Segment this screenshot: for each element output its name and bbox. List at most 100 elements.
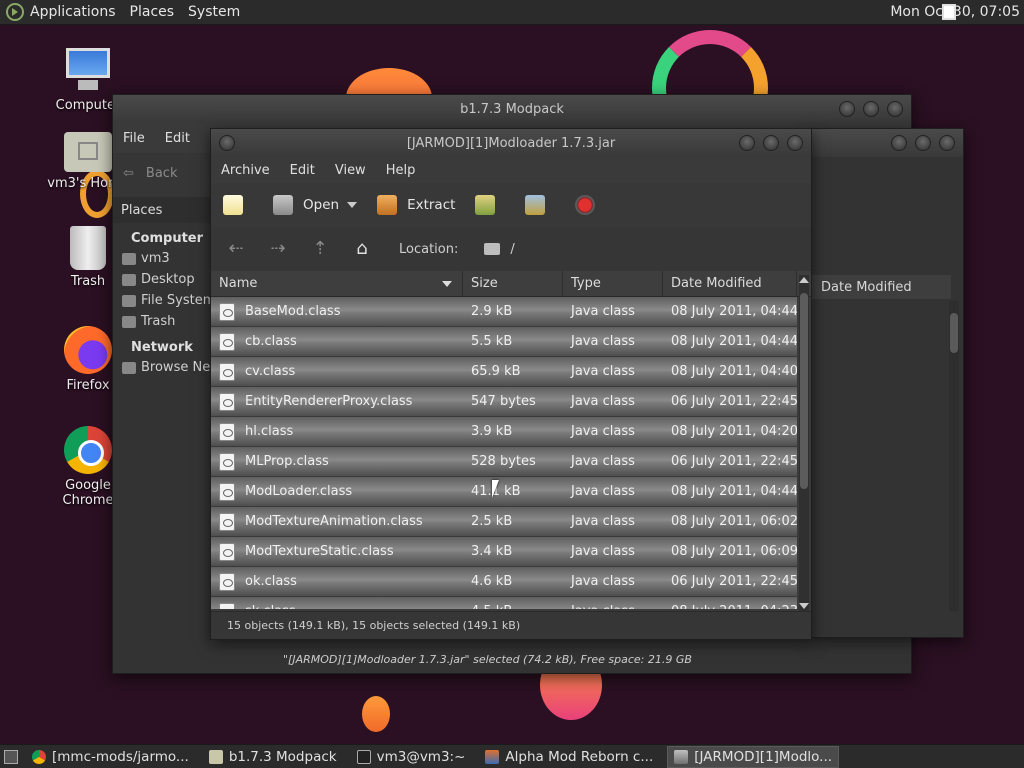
menu-help[interactable]: Help [376, 163, 426, 178]
column-header-date[interactable]: Date Modified [811, 275, 951, 299]
table-row[interactable]: ModTextureStatic.class 3.4 kB Java class 08… [211, 537, 797, 567]
cell-name: ModTextureStatic.class [211, 542, 463, 561]
file-manager-titlebar[interactable]: b1.7.3 Modpack [113, 95, 911, 123]
archive-titlebar[interactable]: [JARMOD][1]Modloader 1.7.3.jar [211, 129, 811, 157]
cell-type: Java class [571, 454, 635, 469]
file-name: BaseMod.class [245, 304, 341, 319]
places-header[interactable]: Places [113, 197, 211, 223]
archive-manager-window[interactable]: [JARMOD][1]Modloader 1.7.3.jar Archive E… [210, 128, 812, 640]
back-arrow-icon[interactable]: ⇠ [225, 239, 247, 259]
location-value[interactable]: / [510, 242, 514, 257]
taskbar-item[interactable]: [mmc-mods/jarmo... [26, 746, 195, 768]
table-row[interactable]: MLProp.class 528 bytes Java class 06 July 2… [211, 447, 797, 477]
forward-arrow-icon[interactable]: ⇢ [267, 239, 289, 259]
stop-button[interactable] [575, 195, 605, 215]
table-row[interactable]: BaseMod.class 2.9 kB Java class 08 July 201… [211, 297, 797, 327]
home-icon[interactable]: ⌂ [351, 239, 373, 259]
close-button[interactable] [787, 135, 803, 151]
java-class-file-icon [219, 362, 235, 381]
column-header-type[interactable]: Type [563, 271, 663, 296]
taskbar-item[interactable]: vm3@vm3:~ [351, 746, 472, 768]
java-class-file-icon [219, 512, 235, 531]
show-desktop-icon[interactable] [4, 749, 18, 764]
background-window-titlebar[interactable] [811, 129, 963, 157]
add-files-button[interactable] [475, 195, 505, 215]
scrollbar-thumb[interactable] [800, 293, 808, 489]
taskbar-item[interactable]: Alpha Mod Reborn c... [479, 746, 659, 768]
cell-name: BaseMod.class [211, 302, 463, 321]
scrollbar[interactable] [949, 301, 959, 611]
table-row[interactable]: EntityRendererProxy.class 547 bytes Java c… [211, 387, 797, 417]
maximize-button[interactable] [763, 135, 779, 151]
minimize-button[interactable] [839, 101, 855, 117]
back-arrow-icon[interactable]: ⇦ [123, 166, 134, 181]
table-row[interactable]: ModTextureAnimation.class 2.5 kB Java clas… [211, 507, 797, 537]
distro-logo-icon[interactable] [6, 3, 24, 21]
open-button[interactable]: Open [273, 195, 358, 215]
taskbar-item[interactable]: b1.7.3 Modpack [203, 746, 343, 768]
cell-date: 08 July 2011, 04:20 [671, 424, 797, 439]
scroll-down-icon[interactable] [799, 603, 809, 609]
file-list[interactable]: BaseMod.class 2.9 kB Java class 08 July 201… [211, 297, 811, 609]
window-menu-button[interactable] [219, 135, 235, 151]
menu-view[interactable]: View [325, 163, 376, 178]
desktop-icon-label: Computer [55, 98, 121, 113]
cell-type: Java class [571, 424, 635, 439]
cell-date: 08 July 2011, 06:09 [671, 544, 797, 559]
sidebar-item-vm3[interactable]: vm3 [113, 248, 211, 269]
cell-type: Java class [571, 394, 635, 409]
cell-date: 08 July 2011, 04:40 [671, 364, 797, 379]
sidebar-item-browse-network[interactable]: Browse Network [113, 357, 247, 378]
menu-file[interactable]: File [113, 131, 155, 146]
maximize-button[interactable] [863, 101, 879, 117]
file-name: hl.class [245, 424, 294, 439]
maximize-button[interactable] [915, 135, 931, 151]
file-list-scrollbar[interactable] [799, 275, 809, 611]
close-button[interactable] [939, 135, 955, 151]
back-button[interactable]: Back [146, 166, 178, 181]
menu-edit[interactable]: Edit [155, 131, 200, 146]
sidebar-item-desktop[interactable]: Desktop [113, 269, 211, 290]
cell-name: cv.class [211, 362, 463, 381]
window-title: b1.7.3 Modpack [460, 101, 564, 117]
menu-archive[interactable]: Archive [211, 163, 280, 178]
menu-edit[interactable]: Edit [280, 163, 325, 178]
table-row[interactable]: hl.class 3.9 kB Java class 08 July 2011, 04… [211, 417, 797, 447]
table-row[interactable]: cb.class 5.5 kB Java class 08 July 2011, 04… [211, 327, 797, 357]
workspace-switcher-icon[interactable] [942, 4, 956, 20]
java-class-file-icon [219, 572, 235, 591]
table-row[interactable]: ModLoader.class 41.1 kB Java class 08 July … [211, 477, 797, 507]
chevron-down-icon[interactable] [347, 202, 358, 208]
java-class-file-icon [219, 602, 235, 609]
sidebar-item-trash[interactable]: Trash [113, 311, 211, 332]
file-list-header: Name Size Type Date Modified [211, 271, 811, 297]
add-folder-button[interactable] [525, 195, 555, 215]
cell-type: Java class [571, 304, 635, 319]
column-header-size[interactable]: Size [463, 271, 563, 296]
cell-name: ModTextureAnimation.class [211, 512, 463, 531]
column-header-name[interactable]: Name [211, 271, 463, 296]
new-archive-button[interactable] [223, 195, 253, 215]
cell-name: EntityRendererProxy.class [211, 392, 463, 411]
table-row[interactable]: sk.class 4.5 kBJava class08 July 2011, 04… [211, 597, 797, 609]
close-button[interactable] [887, 101, 903, 117]
scrollbar-thumb[interactable] [950, 313, 958, 353]
table-row[interactable]: ok.class 4.6 kB Java class 06 July 2011, 22… [211, 567, 797, 597]
cell-size: 3.9 kB [471, 424, 513, 439]
column-header-date[interactable]: Date Modified [663, 271, 797, 296]
background-window[interactable]: Date Modified [810, 128, 964, 638]
scroll-up-icon[interactable] [799, 277, 809, 283]
menu-applications[interactable]: Applications [30, 4, 116, 20]
taskbar-item[interactable]: [JARMOD][1]Modlo... [667, 745, 840, 768]
menu-system[interactable]: System [188, 4, 240, 20]
minimize-button[interactable] [891, 135, 907, 151]
up-arrow-icon[interactable]: ⇡ [309, 239, 331, 259]
cell-name: MLProp.class [211, 452, 463, 471]
extract-button[interactable]: Extract [377, 195, 455, 215]
table-row[interactable]: cv.class 65.9 kB Java class 08 July 2011, 0… [211, 357, 797, 387]
sidebar-item-file-system[interactable]: File System [113, 290, 215, 311]
minimize-button[interactable] [739, 135, 755, 151]
menu-places[interactable]: Places [130, 4, 175, 20]
java-class-file-icon [219, 332, 235, 351]
cell-date: 06 July 2011, 22:45 [671, 454, 797, 469]
